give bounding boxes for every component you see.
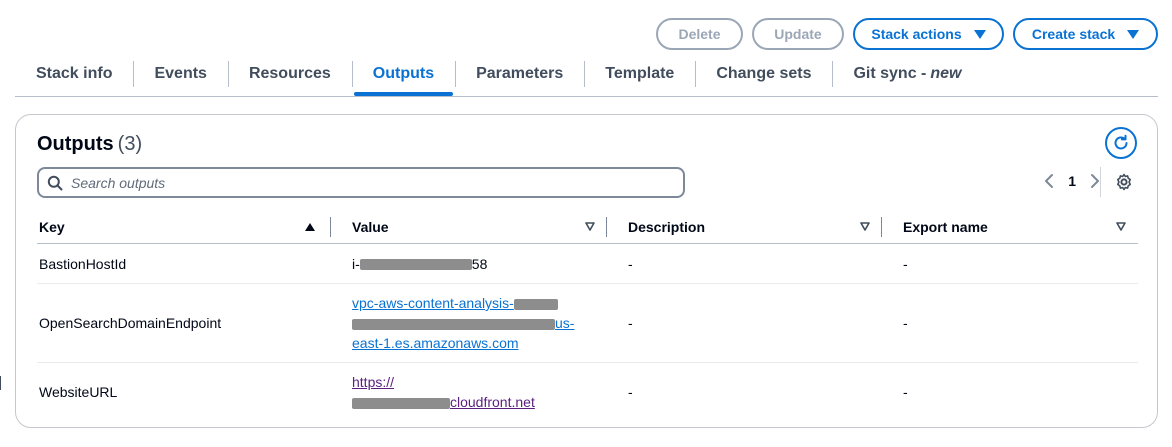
endpoint-link[interactable]: vpc-aws-content-analysis- us- east-1.es.…	[352, 293, 607, 353]
sort-ascending-icon	[305, 222, 315, 231]
gear-icon	[1117, 173, 1131, 191]
tab-label: Stack info	[36, 65, 113, 82]
output-description: -	[628, 384, 633, 400]
delete-button[interactable]: Delete	[656, 18, 743, 50]
output-export-name: -	[903, 255, 908, 272]
link-line: east-1.es.amazonaws.com	[352, 335, 519, 351]
output-key: WebsiteURL	[39, 384, 118, 400]
tab-git-sync[interactable]: Git sync - new	[832, 58, 982, 96]
tab-label: Events	[154, 65, 207, 82]
redacted-text	[359, 259, 472, 271]
stack-tabs: Stack info Events Resources Outputs Para…	[15, 58, 1158, 97]
column-header-label: Description	[628, 218, 706, 235]
tab-outputs[interactable]: Outputs	[351, 58, 455, 96]
value-prefix: i-	[352, 255, 360, 272]
create-stack-label: Create stack	[1031, 26, 1116, 42]
value-suffix: 58	[471, 255, 488, 272]
column-header-key[interactable]: Key	[37, 210, 331, 244]
column-header-label: Key	[39, 218, 65, 235]
tab-stack-info[interactable]: Stack info	[15, 58, 133, 96]
link-line: vpc-aws-content-analysis-	[352, 295, 514, 311]
tab-change-sets[interactable]: Change sets	[695, 58, 832, 96]
page-number[interactable]: 1	[1068, 173, 1076, 189]
output-count: (3)	[117, 133, 143, 155]
output-value: https:// cloudfront.net	[331, 372, 607, 412]
chevron-left-icon[interactable]	[1044, 173, 1054, 189]
column-header-export-name[interactable]: Export name	[882, 210, 1138, 244]
website-url-link[interactable]: https:// cloudfront.net	[352, 372, 607, 412]
output-export-name: -	[903, 384, 908, 400]
sort-caret-down-icon	[860, 222, 870, 231]
output-value: vpc-aws-content-analysis- us- east-1.es.…	[331, 293, 607, 353]
stack-actions-button[interactable]: Stack actions	[853, 18, 1004, 50]
tab-label: Parameters	[476, 65, 564, 82]
pagination: 1	[1044, 173, 1100, 189]
redacted-text	[513, 298, 558, 310]
stack-action-bar: Delete Update Stack actions Create stack	[656, 18, 1158, 50]
search-input[interactable]	[71, 174, 651, 191]
new-badge: new	[930, 65, 962, 82]
tab-events[interactable]: Events	[133, 58, 227, 96]
tab-label: Git sync -	[853, 65, 927, 82]
link-line: https://	[352, 374, 395, 390]
search-icon	[47, 175, 63, 190]
output-description: -	[628, 315, 633, 331]
output-value: i- 58	[331, 256, 607, 272]
table-header: Key Value Description Export name	[37, 210, 1138, 244]
column-header-value[interactable]: Value	[331, 210, 607, 244]
tab-label: Resources	[248, 65, 331, 82]
panel-title-text: Outputs	[37, 133, 114, 155]
link-line: us-	[555, 315, 575, 331]
link-line: cloudfront.net	[450, 394, 535, 410]
create-stack-button[interactable]: Create stack	[1013, 18, 1158, 50]
chevron-right-icon[interactable]	[1090, 173, 1100, 189]
table-row: BastionHostId i- 58 - -	[37, 244, 1138, 284]
tab-label: Template	[605, 65, 675, 82]
tab-label: Change sets	[716, 65, 812, 82]
tab-resources[interactable]: Resources	[227, 58, 352, 96]
column-header-label: Value	[352, 218, 389, 235]
table-row: WebsiteURL https:// cloudfront.net - -	[37, 363, 1138, 421]
output-key: OpenSearchDomainEndpoint	[39, 315, 222, 331]
column-header-label: Export name	[903, 218, 988, 235]
redacted-text	[352, 318, 555, 330]
sort-caret-down-icon	[585, 222, 595, 231]
panel-title: Outputs (3)	[37, 133, 142, 156]
preferences-button[interactable]	[1115, 173, 1133, 196]
tab-parameters[interactable]: Parameters	[455, 58, 584, 96]
refresh-button[interactable]	[1105, 127, 1137, 159]
output-description: -	[628, 255, 633, 272]
divider	[1100, 167, 1101, 197]
sort-caret-down-icon	[1116, 222, 1126, 231]
column-header-description[interactable]: Description	[607, 210, 882, 244]
tab-template[interactable]: Template	[584, 58, 695, 96]
outputs-container: Outputs(3) 1 Key	[15, 114, 1158, 428]
outputs-table: Key Value Description Export name Bastio…	[37, 210, 1138, 421]
divider	[0, 376, 1, 390]
table-row: OpenSearchDomainEndpoint vpc-aws-content…	[37, 284, 1138, 363]
output-key: BastionHostId	[39, 255, 127, 272]
refresh-icon	[1114, 134, 1128, 150]
output-export-name: -	[903, 315, 908, 331]
update-button[interactable]: Update	[752, 18, 844, 50]
tab-label: Outputs	[372, 65, 435, 82]
caret-down-icon	[1127, 29, 1140, 39]
redacted-text	[352, 397, 450, 409]
search-field[interactable]	[37, 167, 685, 198]
caret-down-icon	[973, 29, 986, 39]
stack-actions-label: Stack actions	[871, 26, 962, 42]
